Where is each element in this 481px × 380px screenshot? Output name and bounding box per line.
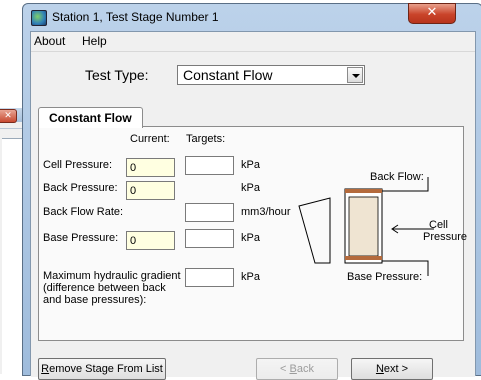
next-accel: N: [375, 363, 384, 375]
background-window[interactable]: ✕: [0, 108, 23, 375]
back-flow-rate-unit: mm3/hour: [241, 206, 291, 218]
pressure-diagram-label: Pressure: [423, 231, 468, 243]
window-client-area: About Help Test Type: Constant Flow Cons…: [30, 31, 476, 380]
back-flow-diagram-label: Back Flow:: [370, 171, 424, 183]
back-pressure-current-field[interactable]: 0: [126, 181, 175, 200]
max-gradient-unit: kPa: [241, 271, 260, 283]
tab-label: Constant Flow: [49, 111, 132, 125]
max-gradient-label-line-1: Maximum hydraulic gradient: [43, 270, 181, 282]
menu-help[interactable]: Help: [82, 34, 107, 48]
soil-sample: [348, 196, 379, 257]
close-icon: ✕: [426, 5, 438, 20]
test-type-label: Test Type:: [85, 67, 149, 83]
triaxial-cell-diagram: [294, 171, 459, 316]
base-pressure-unit: kPa: [241, 232, 260, 244]
titlebar[interactable]: Station 1, Test Stage Number 1 ✕: [23, 3, 481, 30]
back-button[interactable]: < Back: [256, 358, 338, 380]
max-gradient-target-field[interactable]: [185, 268, 234, 287]
menubar: About Help: [31, 32, 475, 50]
targets-column-header: Targets:: [186, 133, 226, 145]
base-pressure-target-field[interactable]: [185, 229, 234, 248]
base-pressure-current-value: 0: [130, 235, 137, 247]
background-window-close-icon[interactable]: ✕: [0, 109, 17, 123]
remove-stage-button[interactable]: Remove Stage From List: [38, 358, 166, 380]
current-column-header: Current:: [130, 133, 170, 145]
chevron-down-icon[interactable]: [347, 67, 363, 83]
bottom-porous-stone: [345, 256, 382, 260]
test-type-value: Constant Flow: [183, 67, 273, 83]
cell-schematic: [298, 177, 434, 276]
tab-constant-flow[interactable]: Constant Flow: [38, 107, 143, 128]
back-pressure-unit: kPa: [241, 182, 260, 194]
back-flow-rate-label: Back Flow Rate:: [43, 206, 124, 218]
cell-pressure-current-value: 0: [130, 162, 137, 174]
background-window-menu-divider: [0, 128, 22, 129]
background-window-content: [2, 138, 22, 375]
max-gradient-label-line-3: and base pressures):: [43, 294, 147, 306]
back-label: ack: [296, 363, 314, 375]
base-pressure-current-field[interactable]: 0: [126, 231, 175, 250]
cell-pressure-label: Cell Pressure:: [43, 159, 113, 171]
next-label: ext >: [383, 363, 409, 375]
remove-accel: R: [41, 363, 50, 375]
menu-about[interactable]: About: [34, 34, 65, 48]
window-title: Station 1, Test Stage Number 1: [52, 10, 219, 24]
pressure-reservoir-icon: [298, 197, 331, 264]
cell-pressure-target-field[interactable]: [185, 156, 234, 175]
remove-label: emove Stage From List: [49, 363, 163, 375]
base-pressure-diagram-label: Base Pressure:: [347, 271, 423, 283]
top-porous-stone: [345, 189, 382, 193]
base-pressure-label: Base Pressure:: [43, 232, 119, 244]
cell-pressure-current-field[interactable]: 0: [126, 158, 175, 177]
app-icon: [31, 10, 47, 26]
back-flow-rate-target-field[interactable]: [185, 203, 234, 222]
back-accel: B: [289, 363, 297, 375]
close-button[interactable]: ✕: [408, 3, 456, 24]
cell-pressure-unit: kPa: [241, 159, 260, 171]
test-stage-window: Station 1, Test Stage Number 1 ✕ About H…: [22, 3, 481, 380]
back-prefix: <: [280, 363, 290, 375]
back-pressure-label: Back Pressure:: [43, 182, 118, 194]
back-pressure-current-value: 0: [130, 185, 137, 197]
cell-diagram-label: Cell: [429, 219, 448, 231]
next-button[interactable]: Next >: [351, 358, 433, 380]
dialog-content: Test Type: Constant Flow Constant Flow C…: [31, 51, 475, 380]
max-gradient-label-line-2: (difference between back: [43, 282, 166, 294]
test-type-select[interactable]: Constant Flow: [177, 65, 365, 85]
constant-flow-panel: Current: Targets: Cell Pressure: 0 kPa B…: [38, 126, 468, 341]
